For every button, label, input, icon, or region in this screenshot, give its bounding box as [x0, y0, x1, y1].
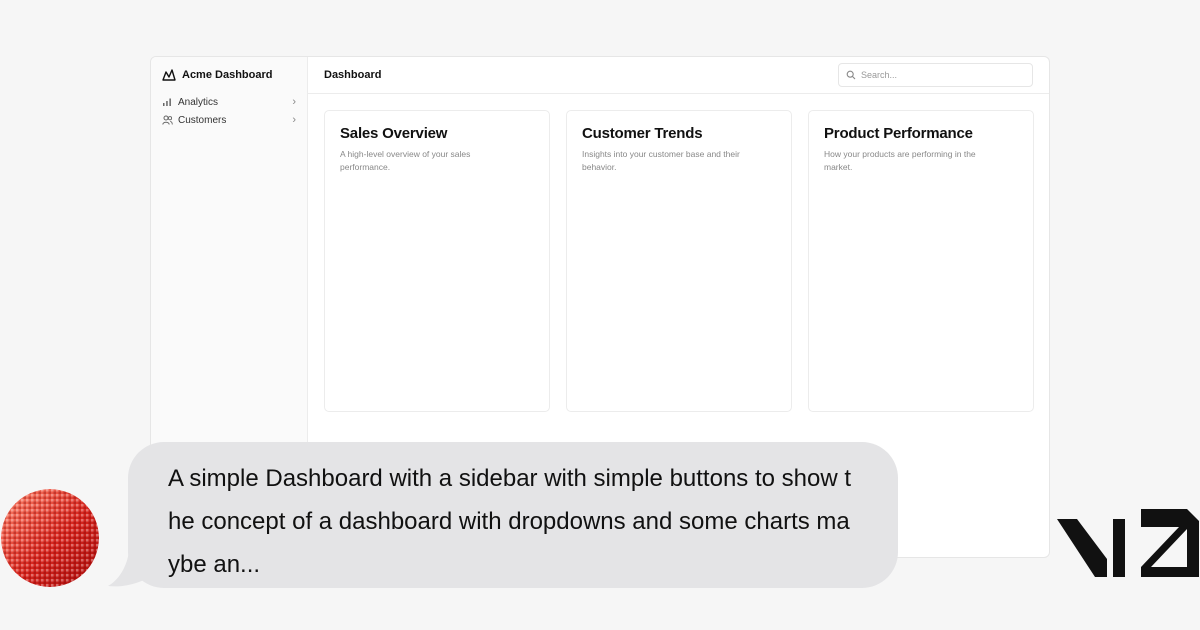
search-input[interactable] — [861, 70, 1021, 80]
v0-logo-icon — [1057, 509, 1199, 577]
sidebar-item-analytics[interactable]: Analytics › — [151, 93, 307, 111]
brand[interactable]: Acme Dashboard — [151, 57, 307, 93]
card-title: Product Performance — [824, 125, 973, 142]
card-description: Insights into your customer base and the… — [582, 149, 740, 172]
card-grid: Sales Overview A high-level overview of … — [324, 110, 1034, 412]
sidebar-item-label: Analytics — [178, 96, 219, 108]
chevron-right-icon: › — [292, 114, 296, 126]
card-description: A high-level overview of your sales perf… — [340, 149, 471, 172]
sidebar-item-label: Customers — [178, 114, 227, 126]
top-bar: Dashboard — [308, 57, 1049, 94]
card-product-performance[interactable]: Product Performance How your products ar… — [808, 110, 1034, 412]
search-box[interactable] — [838, 63, 1033, 87]
card-customer-trends[interactable]: Customer Trends Insights into your custo… — [566, 110, 792, 412]
chat-message-text: A simple Dashboard with a sidebar with s… — [168, 465, 852, 578]
card-description: How your products are performing in the … — [824, 149, 976, 172]
card-title: Sales Overview — [340, 125, 448, 142]
card-sales-overview[interactable]: Sales Overview A high-level overview of … — [324, 110, 550, 412]
bar-chart-icon — [162, 97, 173, 108]
search-icon — [846, 70, 856, 80]
card-title: Customer Trends — [582, 125, 703, 142]
user-avatar — [1, 489, 99, 587]
brand-name: Acme Dashboard — [182, 69, 273, 81]
chat-message-bubble: A simple Dashboard with a sidebar with s… — [128, 442, 898, 588]
page-title: Dashboard — [324, 69, 382, 81]
users-icon — [162, 115, 173, 126]
chevron-right-icon: › — [292, 96, 296, 108]
mountain-logo-icon — [162, 69, 176, 81]
sidebar-item-customers[interactable]: Customers › — [151, 111, 307, 129]
